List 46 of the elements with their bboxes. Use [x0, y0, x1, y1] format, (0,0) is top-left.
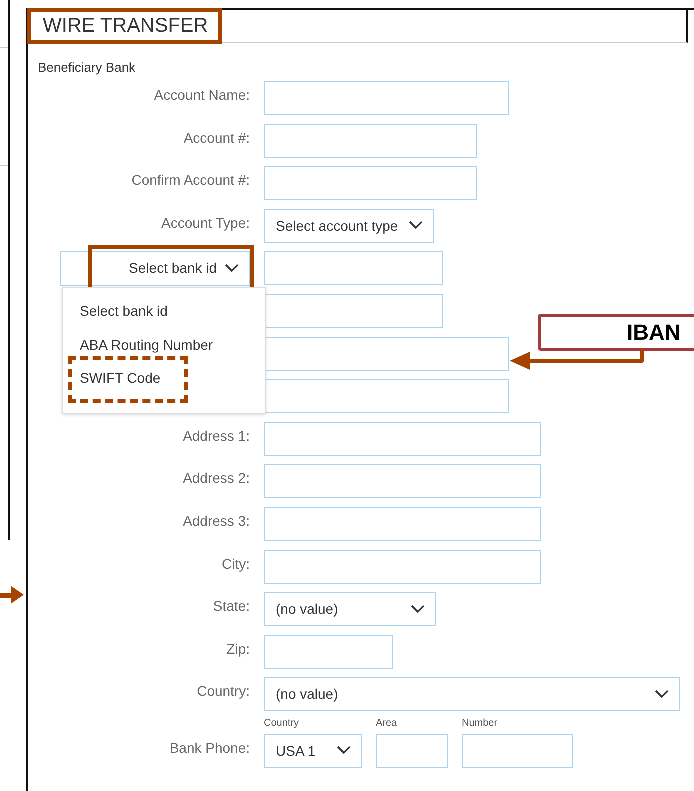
dropdown-field[interactable]: (no value) — [264, 592, 436, 626]
input-field[interactable] — [264, 336, 509, 371]
dropdown-field[interactable]: Select account type — [264, 208, 434, 243]
input-field[interactable] — [264, 124, 477, 158]
field-label: Account Type: — [162, 214, 250, 233]
section-heading: Beneficiary Bank — [38, 60, 137, 76]
chevron-down-icon — [225, 264, 239, 273]
input-field[interactable] — [264, 379, 509, 414]
input-field[interactable] — [264, 550, 541, 584]
dropdown-field[interactable]: (no value) — [264, 677, 680, 712]
dropdown-field[interactable]: USA 1 — [264, 734, 362, 768]
chevron-down-icon — [655, 690, 669, 699]
input-field[interactable] — [264, 634, 393, 669]
input-field[interactable] — [264, 166, 477, 200]
chevron-down-icon — [337, 746, 351, 756]
menu-option[interactable]: SWIFT Code — [63, 363, 265, 397]
field-label: Confirm Account #: — [132, 172, 250, 190]
menu-option[interactable]: ABA Routing Number — [63, 330, 265, 364]
field-label: Account Name: — [154, 87, 250, 105]
bank-id-dropdown[interactable]: Select bank id — [60, 250, 250, 286]
input-field[interactable] — [264, 464, 541, 498]
input-field[interactable] — [264, 422, 541, 456]
field-label: Address 1: — [183, 428, 250, 446]
field-caption: Area — [376, 720, 398, 728]
field-label: Address 3: — [183, 512, 250, 531]
input-field[interactable] — [264, 506, 541, 541]
input-field[interactable] — [264, 294, 443, 328]
input-field[interactable] — [462, 734, 573, 768]
panel-title: WIRE TRANSFER — [27, 8, 222, 44]
field-label: Country: — [197, 683, 250, 702]
field-label: State: — [213, 598, 250, 616]
field-label: Account #: — [184, 130, 250, 148]
field-label: City: — [222, 556, 250, 574]
field-label: Bank Phone: — [170, 740, 250, 758]
field-caption: Country — [264, 720, 300, 728]
field-caption: Number — [462, 720, 499, 728]
input-field[interactable] — [264, 251, 443, 286]
field-label: Address 2: — [183, 470, 250, 488]
input-field[interactable] — [376, 734, 448, 768]
chevron-down-icon — [409, 221, 423, 230]
menu-option[interactable]: Select bank id — [63, 296, 265, 330]
pointer-arrow — [0, 585, 25, 605]
field-label: Zip: — [226, 640, 250, 659]
chevron-down-icon — [411, 604, 425, 614]
callout-label: IBAN — [538, 314, 694, 351]
input-field[interactable] — [264, 81, 509, 115]
